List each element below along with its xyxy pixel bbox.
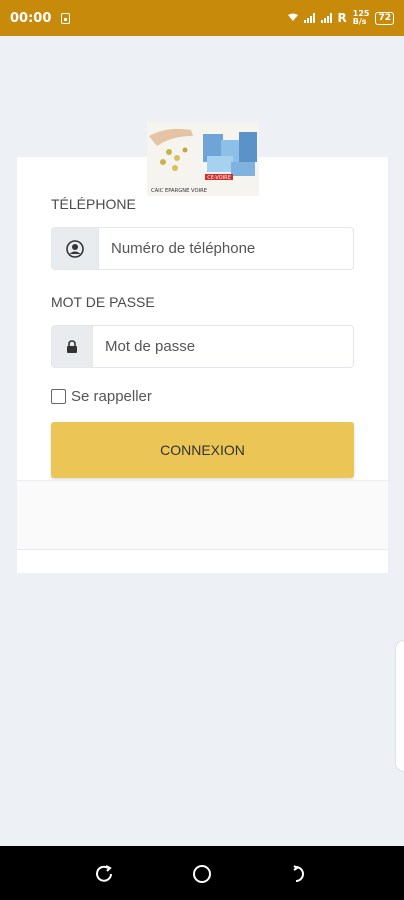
phone-label: TÉLÉPHONE <box>51 196 136 212</box>
signal-icon <box>303 13 315 23</box>
card-footer <box>17 480 388 550</box>
recent-apps-icon[interactable] <box>290 864 310 884</box>
battery-saver-icon <box>61 12 71 24</box>
status-bar: 00:00 R 125 B/s 72 <box>0 0 404 36</box>
phone-input-group[interactable]: Numéro de téléphone <box>51 227 354 270</box>
wifi-icon <box>287 12 298 25</box>
password-input[interactable]: Mot de passe <box>93 326 353 367</box>
logo-badge: CE-VOIRE <box>207 175 231 181</box>
logo-text: CAIC EPARGNE VOIRE <box>151 188 207 194</box>
roaming-indicator: R <box>337 11 347 25</box>
back-icon[interactable] <box>95 864 115 884</box>
battery-level: 72 <box>375 11 394 25</box>
password-addon <box>52 326 93 367</box>
status-time: 00:00 <box>10 10 52 26</box>
lock-icon <box>67 339 77 353</box>
password-input-group[interactable]: Mot de passe <box>51 325 354 368</box>
net-speed: 125 B/s <box>352 9 370 26</box>
logo: CE-VOIRE CAIC EPARGNE VOIRE <box>147 122 259 196</box>
logo-image: CE-VOIRE CAIC EPARGNE VOIRE <box>147 122 259 196</box>
phone-addon <box>52 228 99 269</box>
remember-label: Se rappeller <box>71 388 152 405</box>
edge-panel-handle[interactable] <box>395 640 404 772</box>
home-icon[interactable] <box>192 864 212 884</box>
remember-checkbox[interactable] <box>51 389 66 404</box>
navigation-bar <box>0 846 404 900</box>
remember-me[interactable]: Se rappeller <box>51 388 152 405</box>
login-button[interactable]: CONNEXION <box>51 422 354 478</box>
password-label: MOT DE PASSE <box>51 294 155 310</box>
phone-input[interactable]: Numéro de téléphone <box>99 228 353 269</box>
signal-2-icon <box>320 13 332 23</box>
user-circle-icon <box>66 239 84 258</box>
